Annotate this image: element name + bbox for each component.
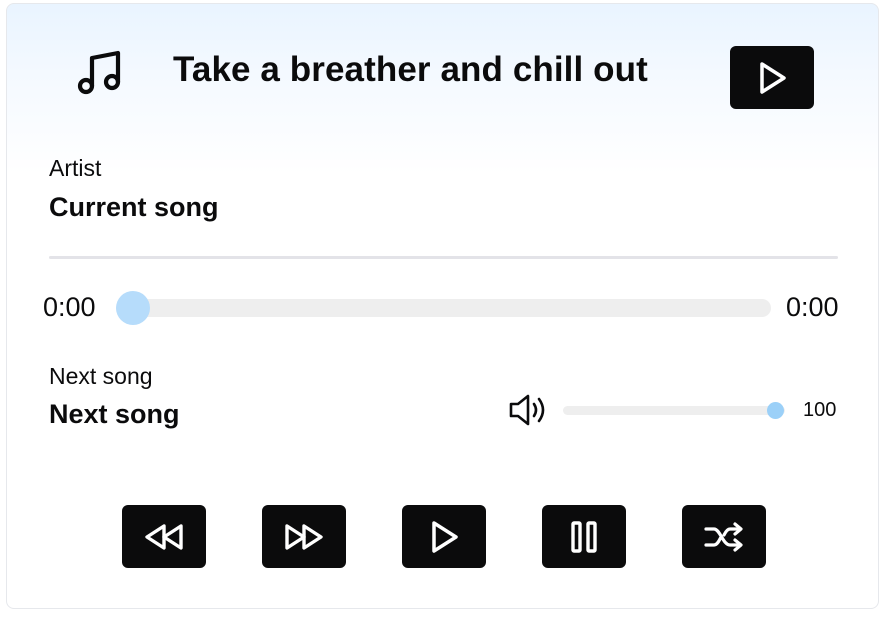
pause-icon bbox=[571, 520, 597, 553]
rewind-icon bbox=[145, 523, 183, 550]
volume-fill bbox=[563, 406, 785, 415]
shuffle-icon bbox=[704, 521, 743, 552]
progress-slider-thumb[interactable] bbox=[116, 291, 150, 325]
shuffle-button[interactable] bbox=[682, 505, 766, 568]
divider bbox=[49, 256, 838, 259]
music-note-icon bbox=[77, 50, 121, 95]
speaker-volume-icon[interactable] bbox=[506, 391, 550, 429]
next-song-label: Next song bbox=[49, 363, 153, 389]
pause-button[interactable] bbox=[542, 505, 626, 568]
volume-slider-track[interactable] bbox=[563, 406, 785, 415]
duration-time: 0:00 bbox=[786, 292, 839, 322]
current-song-title: Current song bbox=[49, 192, 219, 222]
rewind-button[interactable] bbox=[122, 505, 206, 568]
play-button[interactable] bbox=[402, 505, 486, 568]
play-icon bbox=[432, 520, 458, 553]
fast-forward-button[interactable] bbox=[262, 505, 346, 568]
page-title: Take a breather and chill out bbox=[173, 50, 648, 89]
play-icon bbox=[760, 61, 786, 94]
fast-forward-icon bbox=[285, 523, 323, 550]
artist-label: Artist bbox=[49, 155, 102, 181]
elapsed-time: 0:00 bbox=[43, 292, 96, 322]
volume-value: 100 bbox=[803, 399, 837, 421]
next-song-title: Next song bbox=[49, 399, 180, 429]
progress-slider-track[interactable] bbox=[116, 299, 771, 317]
header-play-button[interactable] bbox=[730, 46, 814, 109]
volume-slider-thumb[interactable] bbox=[767, 402, 784, 419]
